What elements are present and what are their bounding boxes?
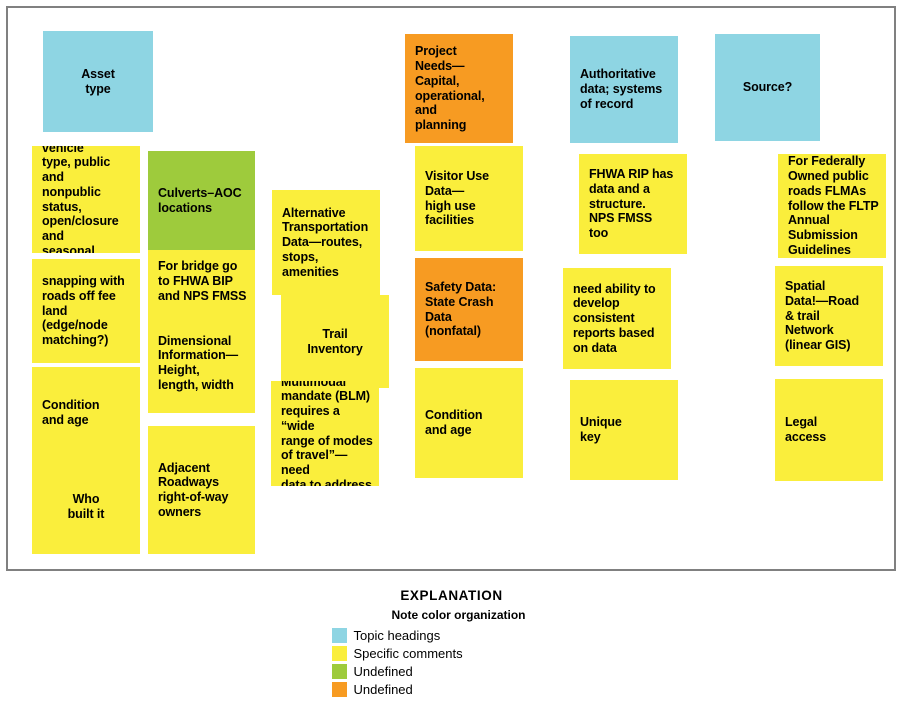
sticky-note-text: Spatial Data!—Road & trail Network (line… (785, 279, 860, 353)
sticky-note-text: Multimodal mandate (BLM) requires a “wid… (281, 381, 373, 486)
sticky-note-for-federally-owned-public-roads[interactable]: For Federally Owned public roads FLMAs f… (778, 154, 886, 258)
sticky-note-text: Inventory vehicle type, public and nonpu… (42, 146, 119, 253)
sticky-note-text: snapping with roads off fee land (edge/n… (42, 274, 125, 348)
legend-color-swatch (331, 681, 347, 697)
sticky-note-text: Condition and age (42, 398, 100, 427)
sticky-note-culverts-aoc-locations[interactable]: Culverts–AOC locations (148, 151, 255, 250)
sticky-note-text: Condition and age (425, 408, 483, 437)
explanation-title: EXPLANATION (400, 588, 503, 603)
sticky-note-text: Trail Inventory (307, 326, 363, 356)
note-board-canvas: Asset type Inventory vehicle type, public… (6, 6, 896, 571)
sticky-note-text: Dimensional Information— Height, length,… (158, 333, 239, 392)
legend-label: Specific comments (353, 645, 463, 661)
sticky-note-text: Source? (742, 80, 793, 95)
sticky-note-safety-data-state-crash[interactable]: Safety Data: State Crash Data (nonfatal) (415, 258, 523, 361)
figure-root: Asset type Inventory vehicle type, public… (0, 0, 903, 702)
sticky-note-asset-type[interactable]: Asset type (43, 31, 153, 132)
sticky-note-text: Safety Data: State Crash Data (nonfatal) (425, 280, 497, 339)
sticky-note-text: Project Needs—Capital, operational, and … (415, 44, 485, 132)
legend-label: Topic headings (353, 627, 441, 643)
sticky-note-text: Legal access (785, 415, 827, 444)
sticky-note-text: For bridge go to FHWA BIP and NPS FMSS (158, 259, 247, 303)
sticky-note-text: For Federally Owned public roads FLMAs f… (788, 154, 879, 257)
sticky-note-authoritative-data[interactable]: Authoritative data; systems of record (570, 36, 678, 143)
legend-color-swatch (331, 627, 347, 643)
sticky-note-legal-access[interactable]: Legal access (775, 379, 883, 481)
sticky-note-text: Culverts–AOC locations (158, 185, 242, 215)
sticky-note-text: Asset type (81, 66, 115, 96)
legend-row: Topic headings (331, 626, 572, 644)
sticky-note-multimodal-mandate[interactable]: Multimodal mandate (BLM) requires a “wid… (271, 381, 379, 486)
sticky-note-text: Unique key (580, 415, 622, 444)
legend-label: Undefined (353, 663, 413, 679)
sticky-note-project-needs[interactable]: Project Needs—Capital, operational, and … (405, 34, 513, 143)
sticky-note-adjacent-roadways[interactable]: Adjacent Roadways right-of-way owners (148, 426, 255, 554)
sticky-note-text: Alternative Transportation Data—routes, … (282, 205, 369, 279)
legend-color-swatch (331, 663, 347, 679)
sticky-note-condition-and-age-col4[interactable]: Condition and age (415, 368, 523, 478)
sticky-note-inventory-vehicle-type[interactable]: Inventory vehicle type, public and nonpu… (32, 146, 140, 253)
sticky-note-condition-and-age-col1[interactable]: Condition and age (32, 367, 140, 459)
sticky-note-dimensional-information[interactable]: Dimensional Information— Height, length,… (148, 313, 255, 413)
sticky-note-fhwa-rip-has-data[interactable]: FHWA RIP has data and a structure. NPS F… (579, 154, 687, 254)
legend-list: Topic headings Specific comments Undefined… (331, 626, 572, 698)
sticky-note-unique-key[interactable]: Unique key (570, 380, 678, 480)
legend-row: Undefined (331, 680, 572, 698)
sticky-note-who-built-it[interactable]: Who built it (32, 459, 140, 554)
legend-row: Undefined (331, 662, 572, 680)
sticky-note-text: FHWA RIP has data and a structure. NPS F… (589, 167, 674, 241)
sticky-note-snapping-with-roads[interactable]: snapping with roads off fee land (edge/n… (32, 259, 140, 363)
sticky-note-text: Adjacent Roadways right-of-way owners (158, 460, 229, 519)
sticky-note-text: Visitor Use Data— high use facilities (425, 169, 489, 228)
sticky-note-visitor-use-data[interactable]: Visitor Use Data— high use facilities (415, 146, 523, 251)
explanation-subtitle: Note color organization (391, 608, 526, 622)
sticky-note-text: Authoritative data; systems of record (580, 67, 663, 111)
sticky-note-for-bridge-go-to-fhwa[interactable]: For bridge go to FHWA BIP and NPS FMSS (148, 250, 255, 313)
sticky-note-text: Who built it (67, 491, 105, 521)
sticky-note-source-question[interactable]: Source? (715, 34, 820, 141)
sticky-note-spatial-data-road-trail-network[interactable]: Spatial Data!—Road & trail Network (line… (775, 266, 883, 366)
sticky-note-text: need ability to develop consistent repor… (573, 281, 656, 355)
sticky-note-trail-inventory[interactable]: Trail Inventory (281, 295, 389, 388)
sticky-note-alternative-transportation-data[interactable]: Alternative Transportation Data—routes, … (272, 190, 380, 295)
legend-color-swatch (331, 645, 347, 661)
legend-row: Specific comments (331, 644, 572, 662)
explanation-block: EXPLANATION Note color organization Topi… (0, 588, 903, 698)
sticky-note-need-ability-to-develop[interactable]: need ability to develop consistent repor… (563, 268, 671, 369)
legend-label: Undefined (353, 681, 413, 697)
